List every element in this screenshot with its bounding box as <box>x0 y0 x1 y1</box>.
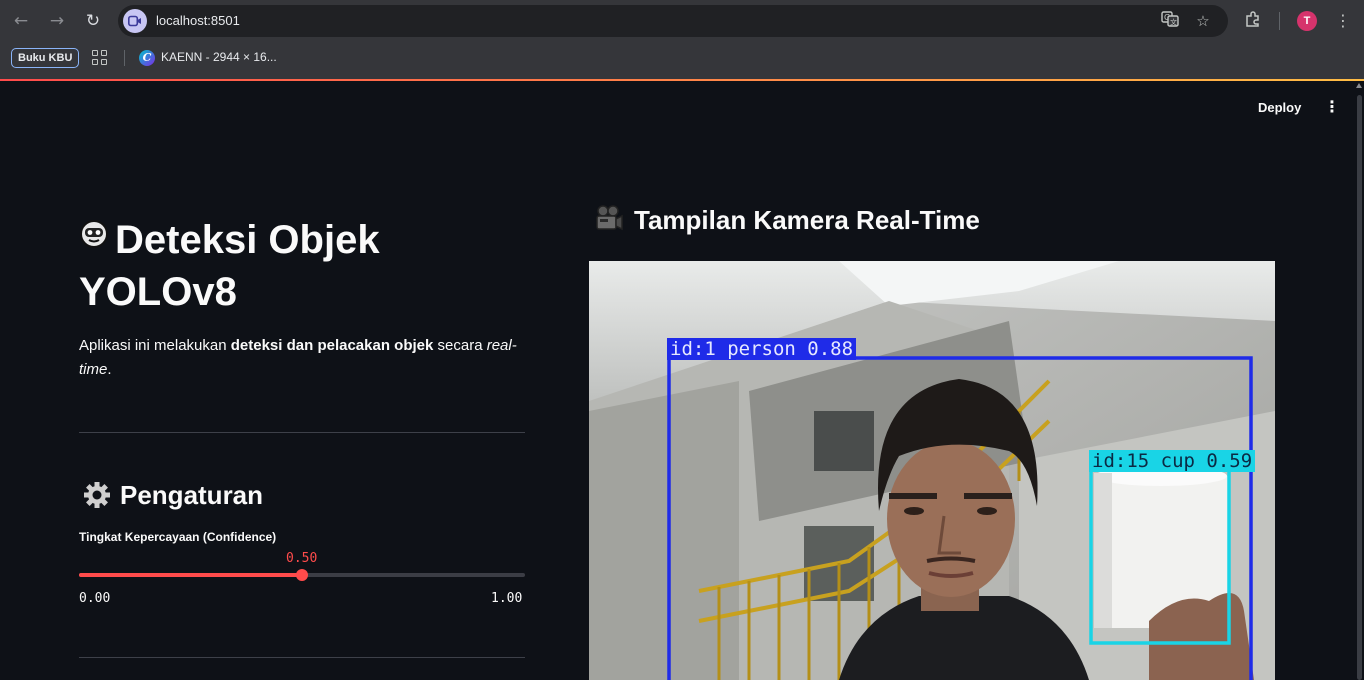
slider-min-label: 0.00 <box>79 591 111 606</box>
desc-bold: deteksi dan pelacakan objek <box>230 337 434 354</box>
browser-toolbar: ← → ↻ localhost:8501 G文 ☆ T ⋮ <box>0 0 1364 42</box>
slider-fill <box>79 573 302 577</box>
svg-text:文: 文 <box>1170 18 1177 27</box>
profile-avatar[interactable]: T <box>1297 11 1317 31</box>
toolbar-divider <box>1279 12 1280 30</box>
desc-prefix: Aplikasi ini melakukan <box>79 337 231 354</box>
streamlit-app: Deploy ⋮ Deteksi Objek YOLOv8 Aplikasi i… <box>0 81 1364 680</box>
desc-middle: secara <box>433 337 487 354</box>
desc-suffix: . <box>107 361 112 378</box>
detection-label-cup: id:15 cup 0.59 <box>1089 450 1256 472</box>
menu-icon[interactable]: ⋮ <box>1332 10 1354 32</box>
apps-grid-icon[interactable] <box>92 50 108 66</box>
bookmarks-divider <box>124 50 125 66</box>
confidence-slider[interactable] <box>79 569 525 581</box>
camera-heading-text: Tampilan Kamera Real-Time <box>634 205 980 235</box>
url-text[interactable]: localhost:8501 <box>156 13 240 28</box>
scroll-up-arrow-icon[interactable] <box>1356 83 1362 88</box>
bookmarks-bar: Buku KBU C KAENN - 2944 × 16... <box>0 44 1364 72</box>
slider-max-label: 1.00 <box>491 591 523 606</box>
browser-chrome: ← → ↻ localhost:8501 G文 ☆ T ⋮ Buku KBU C… <box>0 0 1364 81</box>
robot-face-icon <box>80 220 108 248</box>
camera-feed: id:1 person 0.88 id:15 cup 0.59 <box>589 261 1275 680</box>
reload-icon[interactable]: ↻ <box>81 9 105 33</box>
confidence-slider-label: Tingkat Kepercayaan (Confidence) <box>79 530 277 544</box>
app-description: Aplikasi ini melakukan deteksi dan pelac… <box>79 334 519 382</box>
extensions-icon[interactable] <box>1242 10 1264 32</box>
scrollbar-thumb[interactable] <box>1357 95 1362 680</box>
divider <box>79 657 525 658</box>
main-menu-icon[interactable]: ⋮ <box>1324 99 1340 117</box>
slider-thumb[interactable] <box>296 569 308 581</box>
star-icon[interactable]: ☆ <box>1193 11 1213 31</box>
camera-heading: Tampilan Kamera Real-Time <box>594 203 980 237</box>
page-title: Deteksi Objek YOLOv8 <box>79 214 499 318</box>
address-bar[interactable]: localhost:8501 G文 ☆ <box>118 5 1228 37</box>
site-info-icon[interactable] <box>123 9 147 33</box>
movie-camera-icon <box>596 205 623 231</box>
forward-icon[interactable]: → <box>45 9 69 33</box>
bookmark-buku-kbu[interactable]: Buku KBU <box>11 48 80 68</box>
title-line-2: YOLOv8 <box>79 270 237 314</box>
gear-icon <box>84 482 110 508</box>
title-line-1: Deteksi Objek <box>115 218 380 262</box>
back-icon[interactable]: ← <box>9 9 33 33</box>
translate-icon[interactable]: G文 <box>1160 11 1180 31</box>
settings-heading-text: Pengaturan <box>120 480 264 510</box>
detection-label-person: id:1 person 0.88 <box>667 338 857 360</box>
divider <box>79 432 525 433</box>
confidence-slider-value: 0.50 <box>286 551 318 566</box>
canva-favicon-icon: C <box>139 50 155 66</box>
bookmark-kaenn[interactable]: KAENN - 2944 × 16... <box>161 50 277 64</box>
deploy-button[interactable]: Deploy <box>1258 100 1301 115</box>
settings-heading: Pengaturan <box>84 478 263 512</box>
